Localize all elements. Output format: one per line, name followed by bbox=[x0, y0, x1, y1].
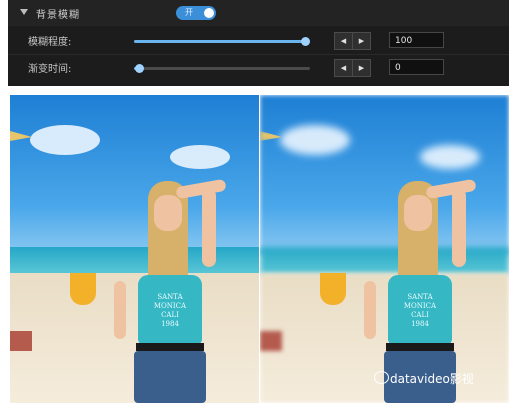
panel-header[interactable]: 背景模糊 开 bbox=[8, 0, 509, 26]
wechat-icon bbox=[374, 371, 389, 384]
slider-handle[interactable] bbox=[135, 64, 145, 73]
blur-amount-value[interactable]: 100 bbox=[389, 32, 444, 48]
cloud bbox=[280, 125, 350, 155]
woman-figure: SANTA MONICA CALI 1984 bbox=[70, 173, 230, 403]
transition-time-value[interactable]: 0 bbox=[389, 59, 444, 75]
collapse-caret-icon[interactable] bbox=[20, 9, 28, 15]
blurred-photo: SANTA MONICA CALI 1984 bbox=[260, 95, 509, 403]
blur-amount-label: 模糊程度: bbox=[28, 37, 72, 48]
shirt-line: SANTA MONICA bbox=[153, 293, 187, 310]
jeans bbox=[134, 351, 206, 403]
beach-chair bbox=[10, 331, 32, 351]
raised-arm bbox=[425, 178, 477, 200]
lower-arm bbox=[114, 281, 126, 339]
shirt-line: 1984 bbox=[161, 320, 179, 328]
beach-chair bbox=[260, 331, 282, 351]
original-photo: SANTA MONICA CALI 1984 bbox=[10, 95, 259, 403]
shirt-line: CALI bbox=[161, 311, 179, 319]
increase-button[interactable]: ▶ bbox=[352, 59, 371, 77]
lower-arm bbox=[364, 281, 376, 339]
shirt-print: SANTA MONICA CALI 1984 bbox=[142, 293, 198, 329]
cloud bbox=[420, 145, 480, 169]
woman-figure: SANTA MONICA CALI 1984 bbox=[320, 173, 480, 403]
decrease-button[interactable]: ◀ bbox=[334, 59, 353, 77]
shirt-line: CALI bbox=[411, 311, 429, 319]
transition-time-label: 渐变时间: bbox=[28, 64, 72, 75]
watermark: datavideo影视 bbox=[374, 370, 474, 387]
background-blur-panel: 背景模糊 开 模糊程度: ◀ ▶ 100 渐变时间: ◀ ▶ 0 bbox=[8, 0, 509, 86]
shirt-line: 1984 bbox=[411, 320, 429, 328]
decrease-button[interactable]: ◀ bbox=[334, 32, 353, 50]
belt bbox=[136, 343, 204, 351]
face bbox=[154, 195, 182, 231]
raised-arm bbox=[175, 178, 227, 200]
toggle-knob bbox=[204, 8, 214, 18]
cloud bbox=[30, 125, 100, 155]
cloud bbox=[170, 145, 230, 169]
increase-button[interactable]: ▶ bbox=[352, 32, 371, 50]
belt bbox=[386, 343, 454, 351]
panel-title: 背景模糊 bbox=[36, 10, 80, 21]
transition-time-slider[interactable] bbox=[134, 64, 310, 73]
blur-amount-row: 模糊程度: ◀ ▶ 100 bbox=[8, 28, 509, 54]
upper-arm bbox=[202, 189, 216, 267]
watermark-text: datavideo影视 bbox=[390, 372, 474, 386]
cocktail-glass bbox=[320, 273, 346, 305]
shirt-line: SANTA MONICA bbox=[403, 293, 437, 310]
face bbox=[404, 195, 432, 231]
cocktail-glass bbox=[70, 273, 96, 305]
blur-toggle[interactable]: 开 bbox=[176, 6, 216, 20]
slider-handle[interactable] bbox=[300, 37, 310, 46]
blur-amount-slider[interactable] bbox=[134, 37, 310, 46]
shirt-print: SANTA MONICA CALI 1984 bbox=[392, 293, 448, 329]
slider-fill bbox=[134, 40, 305, 43]
toggle-label: 开 bbox=[185, 8, 193, 17]
upper-arm bbox=[452, 189, 466, 267]
transition-time-row: 渐变时间: ◀ ▶ 0 bbox=[8, 54, 509, 81]
